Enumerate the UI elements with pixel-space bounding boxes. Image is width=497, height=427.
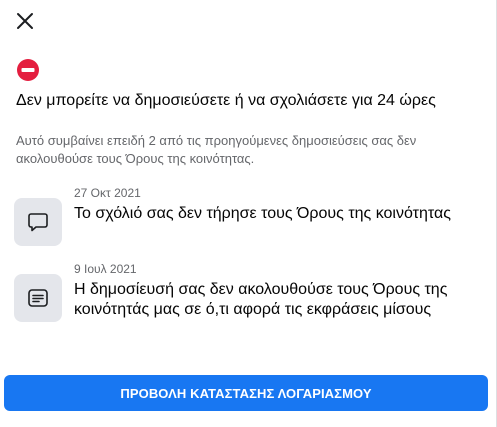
post-icon (28, 289, 48, 307)
restriction-description: Αυτό συμβαίνει επειδή 2 από τις προηγούμ… (16, 133, 417, 166)
violation-icon-box (14, 274, 62, 322)
violation-icon-box (14, 198, 62, 246)
violation-date: 27 Οκτ 2021 (74, 186, 141, 200)
violation-text: Το σχόλιό σας δεν τήρησε τους Όρους της … (74, 205, 451, 222)
view-account-status-button[interactable]: ΠΡΟΒΟΛΗ ΚΑΤΑΣΤΑΣΗΣ ΛΟΓΑΡΙΑΣΜΟΥ (4, 375, 488, 411)
restriction-title: Δεν μπορείτε να δημοσιεύσετε ή να σχολιά… (16, 92, 436, 109)
comment-icon (28, 213, 48, 232)
violation-date: 9 Ιουλ 2021 (74, 262, 137, 276)
restriction-icon (17, 59, 39, 81)
restriction-dialog: Δεν μπορείτε να δημοσιεύσετε ή να σχολιά… (0, 0, 497, 427)
close-icon[interactable] (16, 12, 34, 30)
close-button[interactable] (12, 8, 38, 34)
violation-text: Η δημοσίευσή σας δεν ακολουθούσε τους Όρ… (74, 281, 448, 318)
